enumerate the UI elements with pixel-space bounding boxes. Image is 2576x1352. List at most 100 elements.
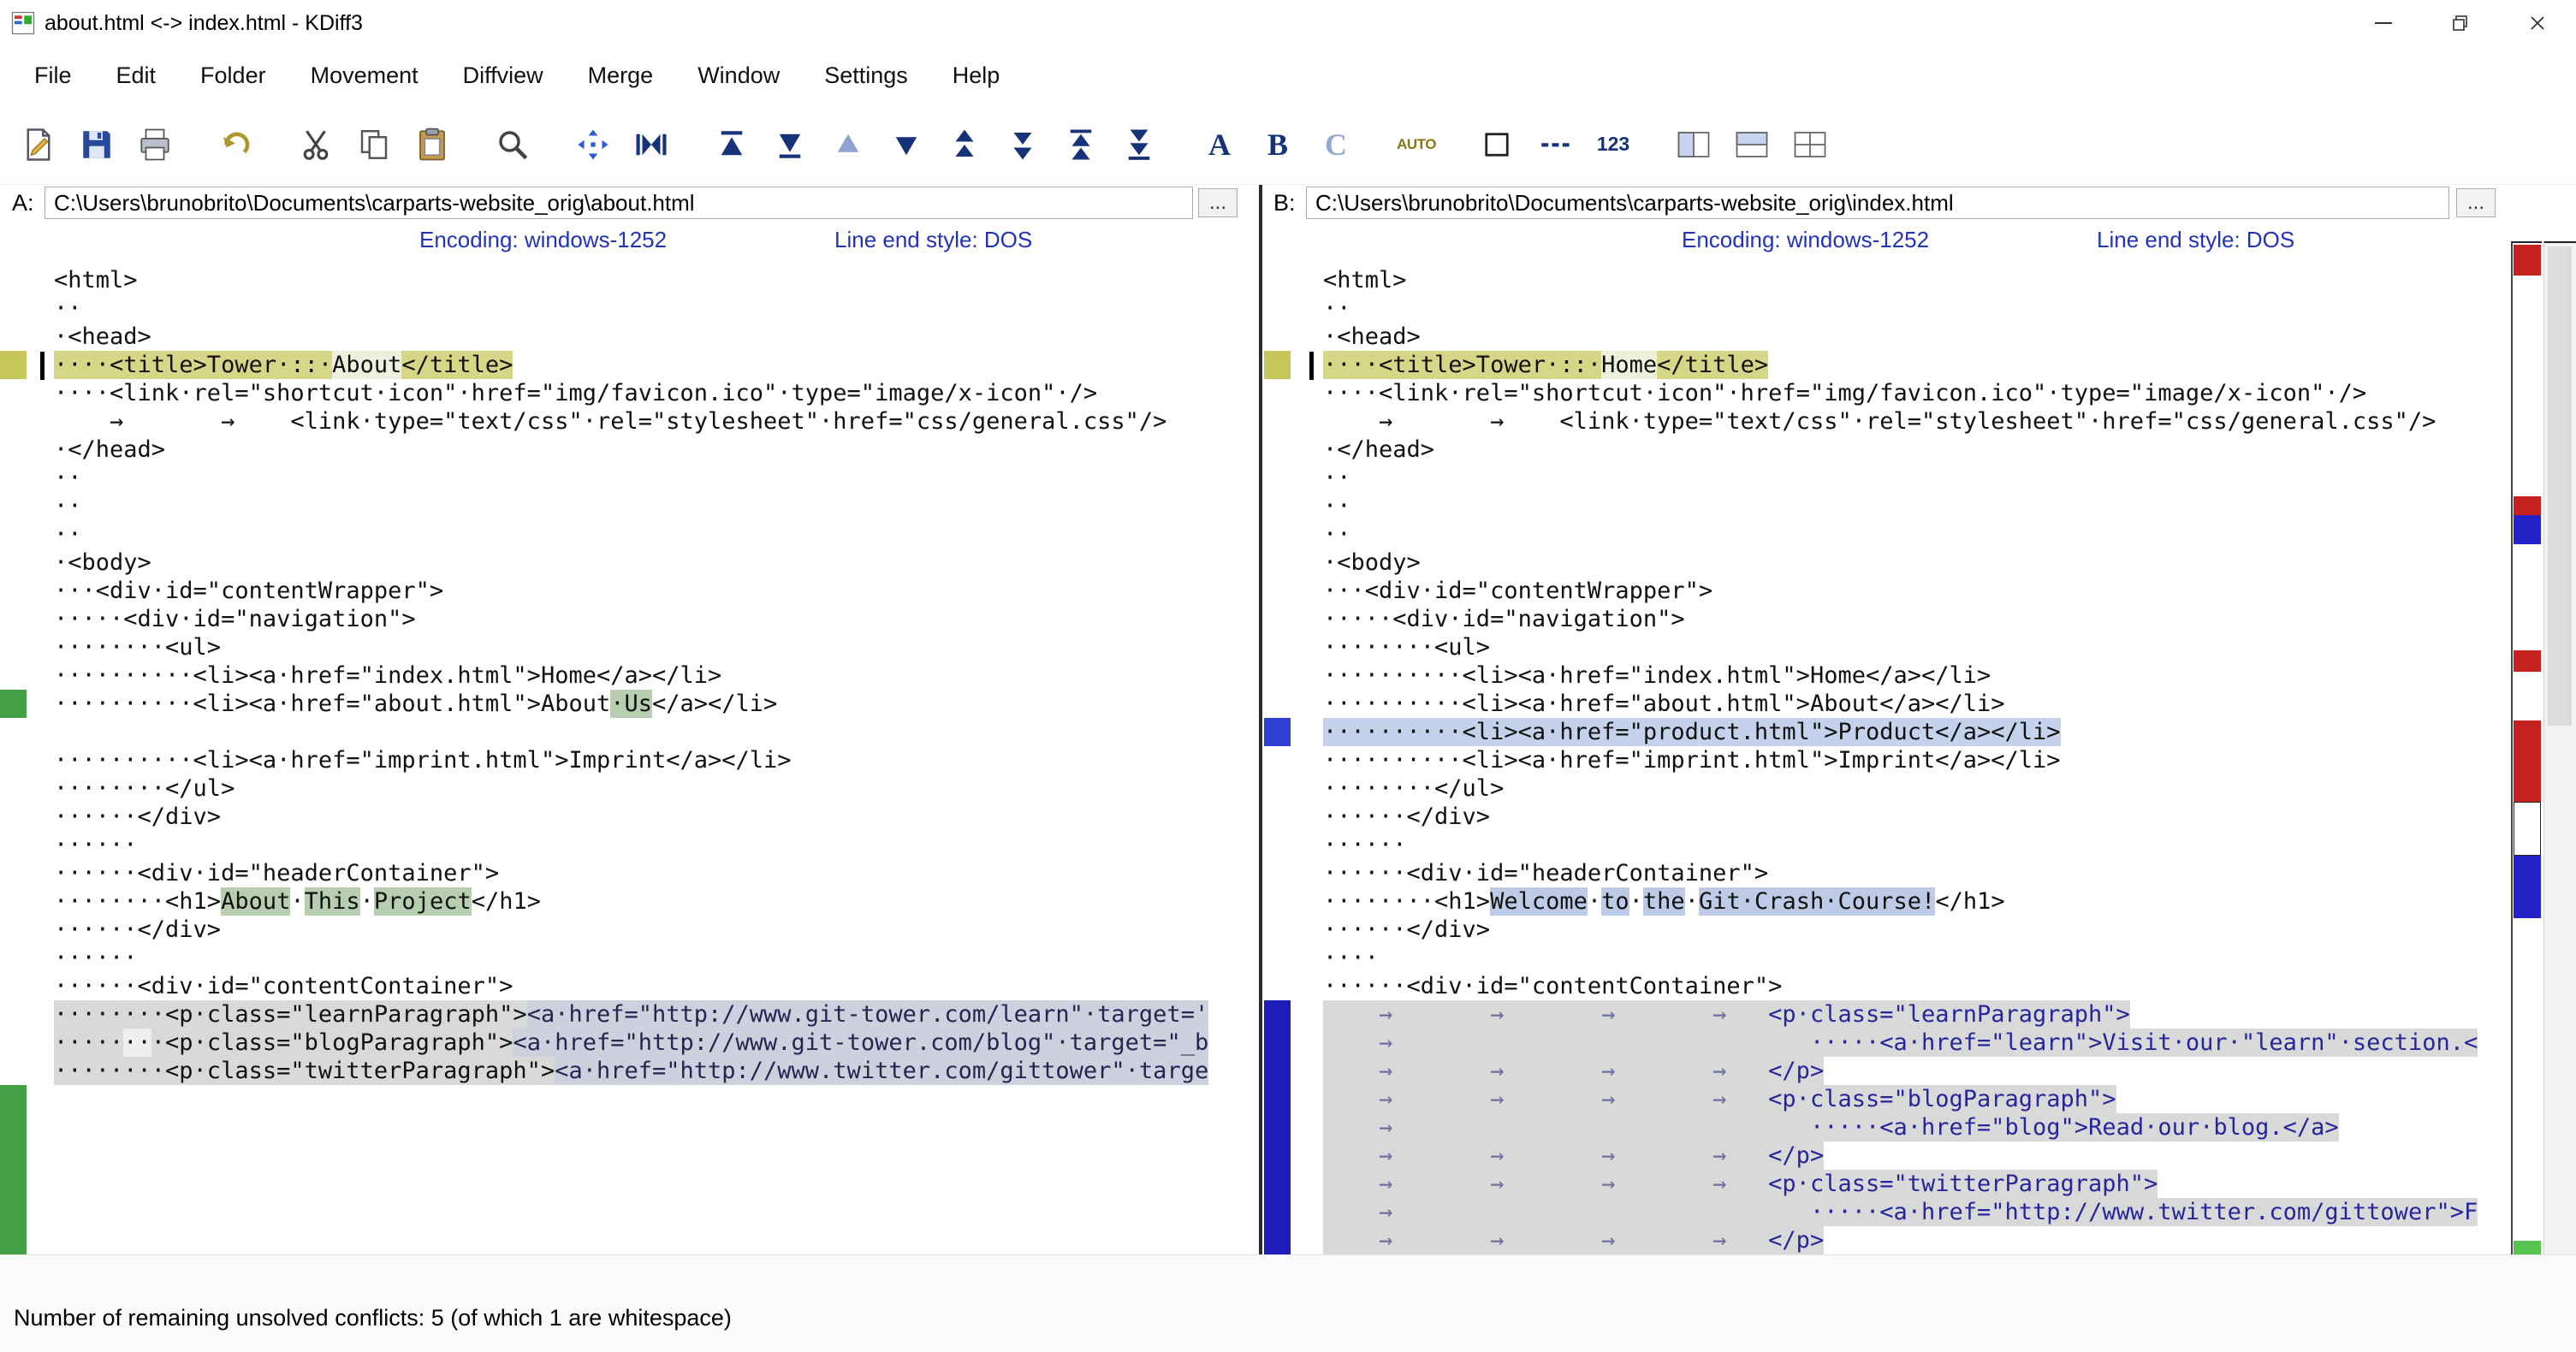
code-line[interactable]: <html> — [1323, 266, 2511, 294]
code-line[interactable]: → → → → </p> — [1323, 1057, 2511, 1085]
code-line[interactable]: ········<h1>About·This·Project</h1> — [54, 887, 1257, 916]
goto-current-delta-button[interactable] — [568, 120, 618, 169]
diff-pane-a[interactable]: <html>···<head>····<title>Tower·::·About… — [0, 258, 1257, 1254]
code-line[interactable]: ····<link·rel="shortcut·icon"·href="img/… — [54, 379, 1257, 407]
menu-diffview[interactable]: Diffview — [441, 46, 566, 104]
find-button[interactable] — [488, 120, 537, 169]
code-line[interactable]: ····<title>Tower·::·About</title> — [54, 351, 1257, 379]
code-line[interactable]: ·· — [1323, 520, 2511, 549]
choose-b-button[interactable]: B — [1253, 120, 1303, 169]
show-whitespace-button[interactable] — [1472, 120, 1522, 169]
code-line[interactable]: → ·····<a·href="learn">Visit·our·"learn"… — [1323, 1029, 2511, 1057]
menu-help[interactable]: Help — [930, 46, 1023, 104]
auto-solve-button[interactable]: AUTO — [1392, 120, 1441, 169]
code-line[interactable]: ··········<li><a·href="about.html">About… — [54, 690, 1257, 718]
code-line[interactable]: ·· — [54, 464, 1257, 492]
code-line[interactable]: ······ — [54, 944, 1257, 972]
code-line[interactable]: ····<link·rel="shortcut·icon"·href="img/… — [1323, 379, 2511, 407]
code-line[interactable]: ······<div·id="contentContainer"> — [54, 972, 1257, 1000]
code-line[interactable]: → → → → </p> — [1323, 1141, 2511, 1170]
choose-c-button[interactable]: C — [1311, 120, 1361, 169]
pane-a-browse-button[interactable]: ... — [1198, 188, 1238, 217]
code-line[interactable]: ···<div·id="contentWrapper"> — [54, 577, 1257, 605]
diff-overview-column[interactable] — [2511, 241, 2542, 1254]
code-line[interactable]: ·<body> — [1323, 549, 2511, 577]
code-line[interactable]: ········<ul> — [1323, 633, 2511, 661]
open-file-button[interactable] — [14, 120, 63, 169]
code-line[interactable]: ·· — [1323, 492, 2511, 520]
code-line[interactable]: ········<h1>Welcome·to·the·Git·Crash·Cou… — [1323, 887, 2511, 916]
show-whitespace-chars-button[interactable] — [1530, 120, 1580, 169]
code-line[interactable]: → → → → </p> — [1323, 1226, 2511, 1254]
code-line[interactable]: ······ — [54, 831, 1257, 859]
goto-next-conflict-button[interactable] — [998, 120, 1048, 169]
cut-button[interactable] — [291, 120, 341, 169]
code-line[interactable]: ·····<div·id="navigation"> — [54, 605, 1257, 633]
menu-window[interactable]: Window — [675, 46, 802, 104]
goto-next-unsolved-conflict-button[interactable] — [1114, 120, 1164, 169]
goto-prev-unsolved-conflict-button[interactable] — [1056, 120, 1106, 169]
menu-settings[interactable]: Settings — [802, 46, 930, 104]
restore-button[interactable] — [2422, 0, 2499, 46]
minimize-button[interactable] — [2345, 0, 2422, 46]
code-line[interactable]: ······</div> — [54, 916, 1257, 944]
menu-file[interactable]: File — [12, 46, 94, 104]
copy-button[interactable] — [349, 120, 399, 169]
show-line-numbers-button[interactable]: 123 — [1588, 120, 1638, 169]
code-line[interactable]: ··········<li><a·href="imprint.html">Imp… — [1323, 746, 2511, 774]
code-line[interactable]: ··········<li><a·href="imprint.html">Imp… — [54, 746, 1257, 774]
code-line[interactable]: ········<p·class="blogParagraph"><a·href… — [54, 1029, 1257, 1057]
goto-first-delta-button[interactable] — [707, 120, 757, 169]
code-line[interactable] — [54, 718, 1257, 746]
code-line[interactable]: ··········<li><a·href="index.html">Home<… — [1323, 661, 2511, 690]
menu-movement[interactable]: Movement — [288, 46, 441, 104]
code-line[interactable]: ······<div·id="contentContainer"> — [1323, 972, 2511, 1000]
code-line[interactable]: ········<ul> — [54, 633, 1257, 661]
code-line[interactable]: ·<body> — [54, 549, 1257, 577]
code-line[interactable]: ··········<li><a·href="product.html">Pro… — [1323, 718, 2511, 746]
code-line[interactable]: ···· — [1323, 944, 2511, 972]
goto-next-delta-button[interactable] — [881, 120, 931, 169]
code-line[interactable]: → → → → <p·class="learnParagraph"> — [1323, 1000, 2511, 1029]
split-vertical-button[interactable] — [1669, 120, 1718, 169]
code-line[interactable]: ······</div> — [1323, 916, 2511, 944]
code-line[interactable]: ·· — [1323, 464, 2511, 492]
code-line[interactable]: ········<p·class="twitterParagraph"><a·h… — [54, 1057, 1257, 1085]
split-grid-button[interactable] — [1785, 120, 1835, 169]
choose-a-button[interactable]: A — [1195, 120, 1244, 169]
code-line[interactable]: ········</ul> — [54, 774, 1257, 803]
undo-button[interactable] — [211, 120, 260, 169]
code-line[interactable]: ·<head> — [1323, 323, 2511, 351]
split-horizontal-button[interactable] — [1727, 120, 1777, 169]
pane-a-code[interactable]: <html>···<head>····<title>Tower·::·About… — [27, 258, 1257, 1254]
code-line[interactable]: → ·····<a·href="http://www.twitter.com/g… — [1323, 1198, 2511, 1226]
code-line[interactable]: → → <link·type="text/css"·rel="styleshee… — [1323, 407, 2511, 436]
code-line[interactable]: ·<head> — [54, 323, 1257, 351]
pane-b-code[interactable]: <html>·· ·<head>····<title>Tower·::·Home<… — [1291, 258, 2511, 1254]
code-line[interactable]: ········<p·class="learnParagraph"><a·hre… — [54, 1000, 1257, 1029]
code-line[interactable]: ··········<li><a·href="index.html">Home<… — [54, 661, 1257, 690]
code-line[interactable]: ·· — [54, 294, 1257, 323]
pane-a-path-input[interactable] — [45, 187, 1193, 219]
pane-splitter[interactable] — [1259, 185, 1262, 1254]
save-button[interactable] — [72, 120, 122, 169]
diff-view-button[interactable] — [626, 120, 676, 169]
goto-prev-delta-button[interactable] — [823, 120, 873, 169]
menu-merge[interactable]: Merge — [566, 46, 676, 104]
code-line[interactable]: → → → → <p·class="blogParagraph"> — [1323, 1085, 2511, 1113]
code-line[interactable]: ····<title>Tower·::·Home</title> — [1323, 351, 2511, 379]
menu-folder[interactable]: Folder — [178, 46, 288, 104]
paste-button[interactable] — [407, 120, 457, 169]
scrollbar-thumb[interactable] — [2548, 246, 2572, 726]
diff-pane-b[interactable]: <html>·· ·<head>····<title>Tower·::·Home<… — [1264, 258, 2511, 1254]
code-line[interactable]: ······ — [1323, 831, 2511, 859]
print-button[interactable] — [130, 120, 180, 169]
code-line[interactable]: <html> — [54, 266, 1257, 294]
code-line[interactable]: ········</ul> — [1323, 774, 2511, 803]
vertical-scrollbar[interactable] — [2543, 241, 2576, 1254]
code-line[interactable]: ······<div·id="headerContainer"> — [1323, 859, 2511, 887]
code-line[interactable]: → → <link·type="text/css"·rel="styleshee… — [54, 407, 1257, 436]
code-line[interactable]: → → → → <p·class="twitterParagraph"> — [1323, 1170, 2511, 1198]
code-line[interactable]: ······</div> — [1323, 803, 2511, 831]
goto-prev-conflict-button[interactable] — [940, 120, 989, 169]
